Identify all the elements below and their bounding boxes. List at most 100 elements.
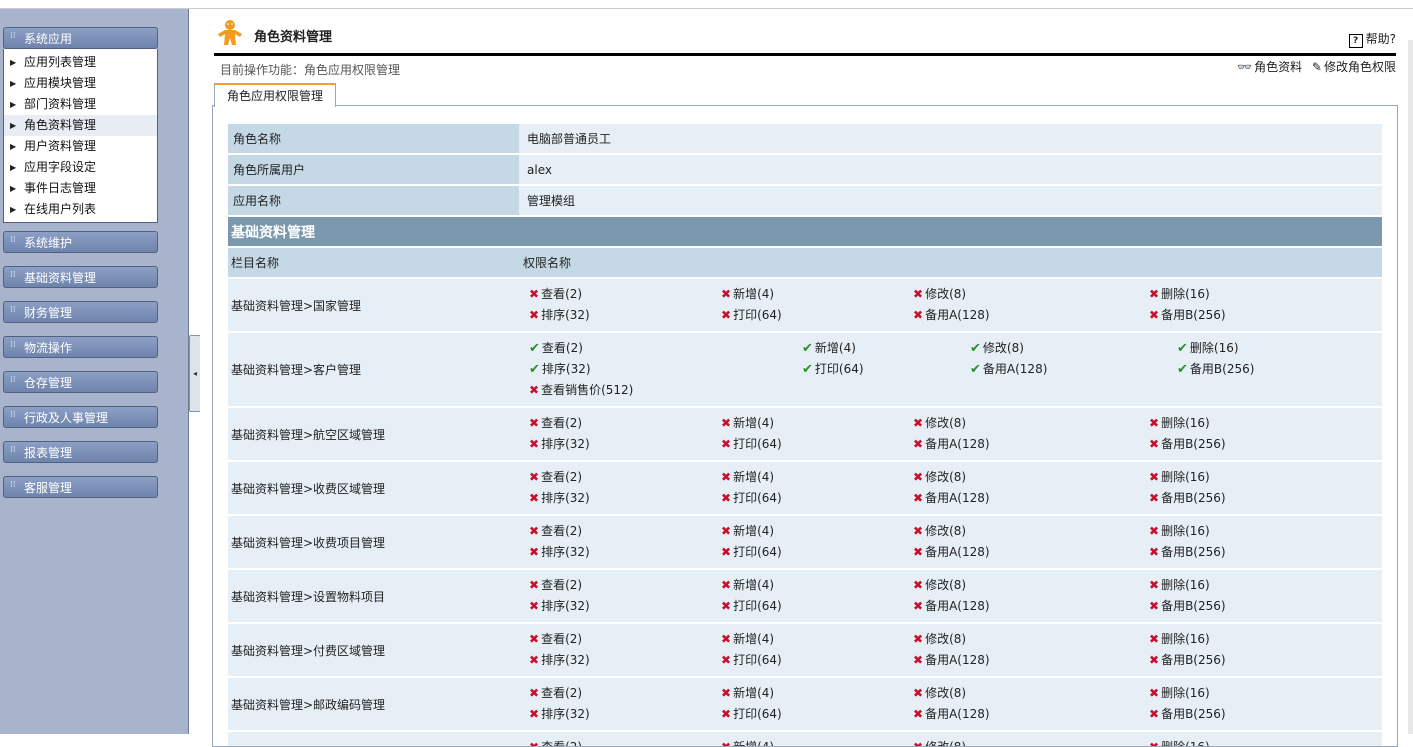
cross-icon: ✖ [913,491,924,505]
menu-header-system-app[interactable]: ⁞⁞ 系统应用 [3,27,158,49]
cross-icon: ✖ [913,287,924,301]
permission-item: ✖ 备用A(128) [913,704,1149,725]
menu-header-label: 客服管理 [24,481,73,495]
permission-grid: ✖ 查看(2) ✖ 新增(4) ✖ 修改(8) ✖ 删除(16) ✖ 排序(32) ✖ 打印(64) ✖… [529,284,1382,326]
cross-icon: ✖ [1149,653,1160,667]
module-name [228,732,519,746]
cross-icon: ✖ [721,308,732,322]
cross-icon: ✖ [529,545,540,559]
module-permissions: ✖ 查看(2) ✖ 新增(4) ✖ 修改(8) ✖ 删除(16) [519,732,1382,747]
check-icon: ✔ [970,362,981,377]
sidebar-item-field-setting[interactable]: ▶ 应用字段设定 [4,157,157,178]
module-name: 基础资料管理>国家管理 [228,279,519,331]
sidebar-item-label: 应用模块管理 [24,76,97,90]
menu-header-logistics[interactable]: ⁞⁞ 物流操作 [3,336,158,358]
permission-label: 备用B(256) [1161,491,1226,505]
cross-icon: ✖ [1149,545,1160,559]
cross-icon: ✖ [721,632,732,646]
cross-icon: ✖ [529,383,540,397]
permission-label: 排序(32) [541,599,590,613]
cross-icon: ✖ [721,578,732,592]
cross-icon: ✖ [1149,524,1160,538]
sidebar-item-label: 在线用户列表 [24,202,97,216]
sidebar-item-event-log[interactable]: ▶ 事件日志管理 [4,178,157,199]
menu-header-finance[interactable]: ⁞⁞ 财务管理 [3,301,158,323]
tab-role-app-permission[interactable]: 角色应用权限管理 [214,83,337,107]
menu-header-admin-hr[interactable]: ⁞⁞ 行政及人事管理 [3,406,158,428]
permission-label: 排序(32) [541,308,590,322]
permission-item: ✖ 排序(32) [529,596,721,617]
cross-icon: ✖ [529,470,540,484]
triangle-right-icon: ▶ [10,163,17,172]
permission-item: ✔ 删除(16) [1177,338,1337,359]
cross-icon: ✖ [721,470,732,484]
menu-header-reports[interactable]: ⁞⁞ 报表管理 [3,441,158,463]
help-link[interactable]: ? 帮助? [1348,30,1396,48]
cross-icon: ✖ [721,686,732,700]
table-row: 基础资料管理>邮政编码管理 ✖ 查看(2) ✖ 新增(4) ✖ 修改(8) ✖ 删除(16) ✖ 排… [228,678,1382,730]
permission-label: 删除(16) [1161,686,1210,700]
section-header: 基础资料管理 [228,217,1382,246]
sidebar-item-label: 应用列表管理 [24,55,97,69]
page-title: 角色资料管理 [254,30,333,45]
role-user-value: alex [519,155,1382,184]
permission-item: ✖ 查看销售价(512) [529,380,802,401]
permission-item: ✖ 备用B(256) [1149,542,1309,563]
sidebar-item-app-list[interactable]: ▶ 应用列表管理 [4,52,157,73]
module-name: 基础资料管理>航空区域管理 [228,408,519,460]
modify-role-permission-link[interactable]: ✎ 修改角色权限 [1312,60,1396,74]
permission-item: ✖ 删除(16) [1149,467,1309,488]
cross-icon: ✖ [721,416,732,430]
permission-item: ✖ 修改(8) [913,521,1149,542]
sidebar-item-role[interactable]: ▶ 角色资料管理 [4,115,157,136]
permission-item: ✔ 查看(2) [529,338,802,359]
cross-icon: ✖ [913,653,924,667]
app-name-value: 管理模组 [519,186,1382,215]
sidebar-item-department[interactable]: ▶ 部门资料管理 [4,94,157,115]
menu-header-warehouse[interactable]: ⁞⁞ 仓存管理 [3,371,158,393]
permission-label: 查看(2) [541,341,583,355]
permission-label: 备用B(256) [1161,653,1226,667]
table-row: 基础资料管理>收费项目管理 ✖ 查看(2) ✖ 新增(4) ✖ 修改(8) ✖ 删除(16) ✖ 排… [228,516,1382,568]
permission-item: ✖ 备用A(128) [913,542,1149,563]
cross-icon: ✖ [721,545,732,559]
permission-label: 打印(64) [733,437,782,451]
menu-header-system-maintenance[interactable]: ⁞⁞ 系统维护 [3,231,158,253]
permission-item: ✖ 查看(2) [529,737,721,746]
cross-icon: ✖ [529,599,540,613]
role-info-link[interactable]: 👓 角色资料 [1237,60,1302,74]
cross-icon: ✖ [721,653,732,667]
sidebar-item-online-users[interactable]: ▶ 在线用户列表 [4,199,157,220]
cross-icon: ✖ [529,491,540,505]
permission-label: 修改(8) [925,578,967,592]
permission-label: 新增(4) [733,416,775,430]
menu-group-system-app: ⁞⁞ 系统应用 ▶ 应用列表管理 ▶ 应用模块管理 ▶ 部门资料管理 ▶ 角色资料管理 … [3,27,158,223]
scrollbar[interactable] [1408,40,1413,734]
permission-item: ✖ 删除(16) [1149,683,1309,704]
permission-label: 新增(4) [733,686,775,700]
grip-icon: ⁞⁞ [10,375,16,385]
module-name: 基础资料管理>邮政编码管理 [228,678,519,730]
permission-label: 备用A(128) [925,437,990,451]
permission-label: 备用B(256) [1161,437,1226,451]
permission-item: ✖ 备用A(128) [913,434,1149,455]
sidebar-item-app-module[interactable]: ▶ 应用模块管理 [4,73,157,94]
cross-icon: ✖ [721,491,732,505]
permission-item: ✔ 排序(32) [529,359,802,380]
menu-header-basic-data[interactable]: ⁞⁞ 基础资料管理 [3,266,158,288]
permission-item: ✖ 排序(32) [529,488,721,509]
permission-grid: ✔ 查看(2) ✔ 新增(4) ✔ 修改(8) ✔ 删除(16) ✔ 排序(32) ✔ 打印(64) ✔… [529,338,1382,401]
sidebar-item-user[interactable]: ▶ 用户资料管理 [4,136,157,157]
menu-group: ⁞⁞ 报表管理 [3,441,158,463]
cross-icon: ✖ [721,707,732,721]
cross-icon: ✖ [913,740,924,747]
permission-label: 修改(8) [925,740,967,747]
menu-header-customer-service[interactable]: ⁞⁞ 客服管理 [3,476,158,498]
menu-header-label: 仓存管理 [24,376,73,390]
role-name-value: 电脑部普通员工 [519,124,1382,153]
permission-item: ✖ 新增(4) [721,683,913,704]
permission-label: 打印(64) [733,653,782,667]
cross-icon: ✖ [1149,437,1160,451]
column-header-row: 栏目名称 权限名称 [228,248,1382,277]
module-name: 基础资料管理>收费区域管理 [228,462,519,514]
